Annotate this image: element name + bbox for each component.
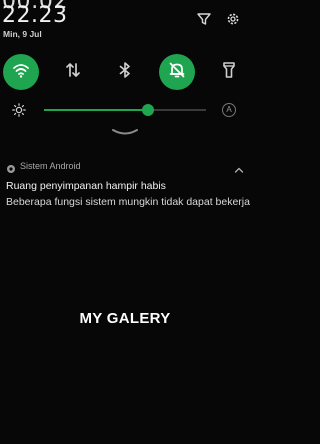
filter-icon[interactable] (197, 12, 211, 26)
bluetooth-toggle[interactable] (107, 54, 143, 90)
notification-body: Beberapa fungsi sistem mungkin tidak dap… (6, 196, 250, 208)
overlay-caption: MY GALERY (79, 310, 171, 327)
chevron-up-icon[interactable] (234, 161, 244, 179)
brightness-icon (12, 103, 26, 122)
bell-off-icon (167, 60, 187, 85)
brightness-row: A (0, 100, 250, 120)
wifi-icon (11, 60, 31, 85)
notification-app-name: Sistem Android (20, 161, 81, 171)
date: Min, 9 Jul (3, 29, 42, 39)
wifi-toggle[interactable] (3, 54, 39, 90)
android-settings-icon (6, 161, 16, 179)
do-not-disturb-toggle[interactable] (159, 54, 195, 90)
brightness-slider[interactable] (44, 104, 206, 116)
flashlight-toggle[interactable] (211, 54, 247, 90)
auto-brightness-toggle[interactable]: A (222, 103, 236, 117)
notification-title: Ruang penyimpanan hampir habis (6, 180, 166, 192)
flashlight-icon (219, 60, 239, 85)
clock: 22.23 (2, 3, 68, 28)
chevron-down-icon[interactable] (110, 124, 140, 142)
data-transfer-icon (63, 60, 83, 85)
bluetooth-icon (115, 60, 135, 85)
settings-icon[interactable] (226, 12, 240, 26)
mobile-data-toggle[interactable] (55, 54, 91, 90)
brightness-fill (44, 109, 148, 111)
brightness-thumb[interactable] (141, 104, 154, 116)
quick-settings-row (0, 54, 250, 92)
